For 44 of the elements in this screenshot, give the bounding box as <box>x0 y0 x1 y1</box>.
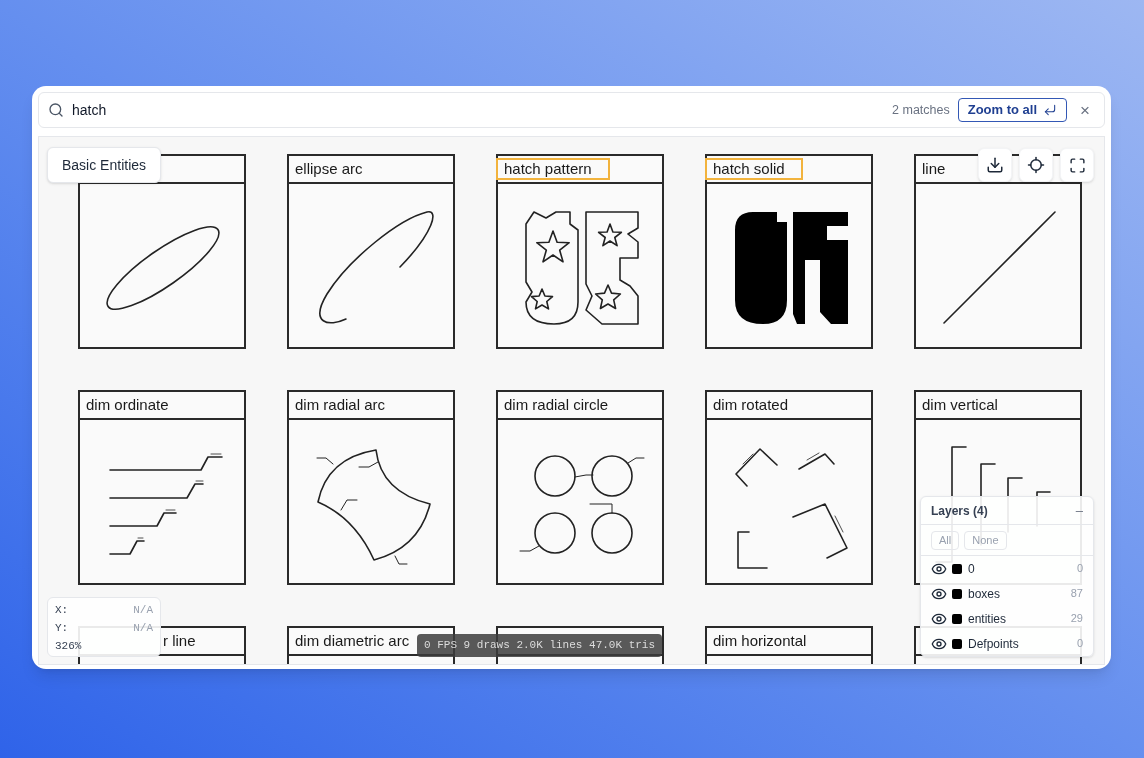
layer-name: Defpoints <box>968 635 1020 653</box>
zoom-level: 326% <box>55 640 82 652</box>
layer-count: 29 <box>1070 611 1083 627</box>
layer-name: entities <box>968 610 1008 628</box>
drawing-title: hatch pattern <box>496 158 610 180</box>
drawing-title: r line <box>163 632 196 650</box>
panel-title: Layers (4) <box>931 502 988 520</box>
coordinate-label: X: <box>55 603 69 618</box>
layer-count: 0 <box>1076 561 1083 577</box>
filter-button[interactable]: All <box>931 530 960 550</box>
close-button[interactable]: × <box>1080 101 1090 119</box>
drawing-title: hatch solid <box>705 158 803 180</box>
layer-name: 0 <box>968 560 976 578</box>
drawing-title: dim diametric arc <box>295 632 410 650</box>
zoom-to-all-button[interactable]: Zoom to all <box>957 98 1068 122</box>
search-box[interactable]: hatch 2 matches Zoom to all × <box>38 92 1105 128</box>
enter-icon <box>1043 103 1058 117</box>
fullscreen-icon <box>1068 156 1086 174</box>
drawing-title: dim radial arc <box>295 396 386 414</box>
stats-bar: 0 FPS 9 draws 2.0K lines 47.0K tris <box>417 634 663 657</box>
drawing-title: dim rotated <box>713 396 789 414</box>
coordinate-value: N/A <box>133 621 153 636</box>
layer-count: 0 <box>1076 636 1083 652</box>
download-icon <box>986 156 1004 174</box>
drawing-title: dim radial circle <box>504 396 609 414</box>
coordinate-label: Y: <box>55 621 69 636</box>
search-field[interactable]: hatch <box>72 97 893 123</box>
download-button[interactable] <box>978 148 1012 182</box>
layer-count: 87 <box>1070 586 1083 602</box>
coordinate-value: N/A <box>133 603 153 618</box>
drawing-title: ellipse arc <box>295 160 363 178</box>
drawing-title: dim vertical <box>922 396 998 414</box>
drawing-title: dim horizontal <box>713 632 807 650</box>
crosshair-icon <box>1027 156 1045 174</box>
drawing-title: dim ordinate <box>86 396 169 414</box>
filter-button[interactable]: None <box>964 530 1007 550</box>
match-count: 2 matches <box>892 101 950 119</box>
collapse-button[interactable]: – <box>1075 504 1083 517</box>
section-label: Basic Entities <box>47 147 162 183</box>
fullscreen-button[interactable] <box>1060 148 1094 182</box>
locate-button[interactable] <box>1019 148 1053 182</box>
drawing-title: line <box>922 160 946 178</box>
layer-name: boxes <box>968 585 1002 603</box>
search-icon <box>48 102 64 118</box>
